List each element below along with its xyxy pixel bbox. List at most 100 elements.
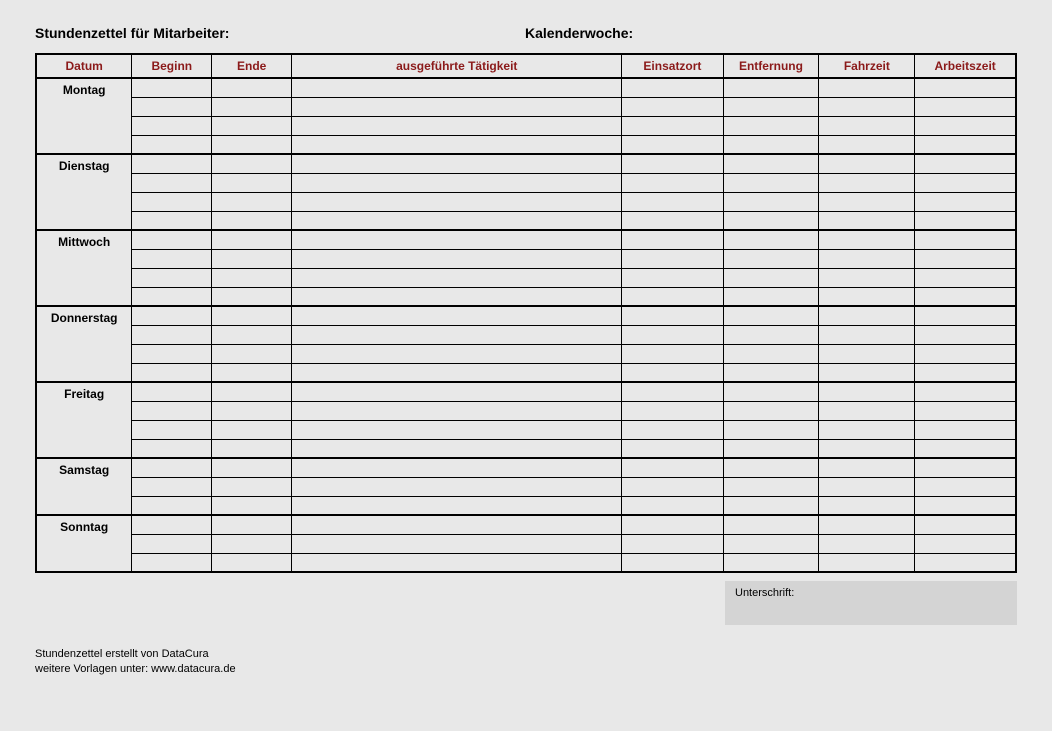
cell[interactable] [723, 173, 819, 192]
cell[interactable] [723, 97, 819, 116]
cell[interactable] [819, 249, 915, 268]
cell[interactable] [819, 325, 915, 344]
cell[interactable] [132, 306, 212, 325]
cell[interactable] [212, 363, 292, 382]
cell[interactable] [723, 458, 819, 477]
cell[interactable] [132, 268, 212, 287]
cell[interactable] [132, 344, 212, 363]
cell[interactable] [915, 154, 1016, 173]
cell[interactable] [292, 78, 622, 97]
cell[interactable] [819, 344, 915, 363]
cell[interactable] [292, 496, 622, 515]
cell[interactable] [915, 97, 1016, 116]
cell[interactable] [132, 458, 212, 477]
cell[interactable] [292, 515, 622, 534]
cell[interactable] [723, 344, 819, 363]
cell[interactable] [622, 287, 723, 306]
cell[interactable] [212, 496, 292, 515]
cell[interactable] [915, 192, 1016, 211]
cell[interactable] [132, 496, 212, 515]
cell[interactable] [212, 135, 292, 154]
cell[interactable] [819, 116, 915, 135]
cell[interactable] [819, 477, 915, 496]
cell[interactable] [212, 325, 292, 344]
cell[interactable] [292, 211, 622, 230]
cell[interactable] [292, 363, 622, 382]
cell[interactable] [622, 420, 723, 439]
cell[interactable] [292, 325, 622, 344]
cell[interactable] [915, 78, 1016, 97]
cell[interactable] [132, 135, 212, 154]
cell[interactable] [212, 515, 292, 534]
cell[interactable] [622, 458, 723, 477]
cell[interactable] [723, 420, 819, 439]
cell[interactable] [723, 401, 819, 420]
cell[interactable] [819, 515, 915, 534]
cell[interactable] [723, 325, 819, 344]
cell[interactable] [292, 401, 622, 420]
cell[interactable] [915, 553, 1016, 572]
cell[interactable] [819, 363, 915, 382]
cell[interactable] [212, 97, 292, 116]
cell[interactable] [819, 458, 915, 477]
cell[interactable] [132, 477, 212, 496]
cell[interactable] [622, 230, 723, 249]
cell[interactable] [819, 401, 915, 420]
cell[interactable] [723, 534, 819, 553]
cell[interactable] [212, 420, 292, 439]
cell[interactable] [292, 439, 622, 458]
cell[interactable] [819, 268, 915, 287]
cell[interactable] [132, 287, 212, 306]
cell[interactable] [915, 477, 1016, 496]
cell[interactable] [292, 154, 622, 173]
cell[interactable] [292, 553, 622, 572]
cell[interactable] [723, 249, 819, 268]
cell[interactable] [132, 325, 212, 344]
cell[interactable] [132, 78, 212, 97]
cell[interactable] [723, 230, 819, 249]
cell[interactable] [819, 211, 915, 230]
cell[interactable] [292, 382, 622, 401]
cell[interactable] [212, 173, 292, 192]
cell[interactable] [292, 173, 622, 192]
cell[interactable] [212, 439, 292, 458]
cell[interactable] [915, 116, 1016, 135]
cell[interactable] [622, 401, 723, 420]
cell[interactable] [622, 363, 723, 382]
cell[interactable] [723, 268, 819, 287]
cell[interactable] [819, 287, 915, 306]
cell[interactable] [915, 173, 1016, 192]
cell[interactable] [915, 230, 1016, 249]
cell[interactable] [212, 230, 292, 249]
cell[interactable] [723, 439, 819, 458]
cell[interactable] [622, 439, 723, 458]
cell[interactable] [723, 211, 819, 230]
cell[interactable] [819, 97, 915, 116]
cell[interactable] [132, 154, 212, 173]
cell[interactable] [132, 553, 212, 572]
cell[interactable] [819, 306, 915, 325]
cell[interactable] [622, 154, 723, 173]
cell[interactable] [622, 382, 723, 401]
cell[interactable] [819, 192, 915, 211]
cell[interactable] [292, 268, 622, 287]
cell[interactable] [819, 439, 915, 458]
cell[interactable] [915, 287, 1016, 306]
cell[interactable] [212, 344, 292, 363]
cell[interactable] [819, 420, 915, 439]
cell[interactable] [132, 230, 212, 249]
cell[interactable] [622, 477, 723, 496]
cell[interactable] [292, 116, 622, 135]
cell[interactable] [819, 553, 915, 572]
cell[interactable] [132, 173, 212, 192]
cell[interactable] [819, 230, 915, 249]
cell[interactable] [622, 78, 723, 97]
cell[interactable] [819, 496, 915, 515]
cell[interactable] [622, 116, 723, 135]
cell[interactable] [622, 534, 723, 553]
cell[interactable] [132, 401, 212, 420]
cell[interactable] [132, 420, 212, 439]
cell[interactable] [915, 135, 1016, 154]
cell[interactable] [915, 268, 1016, 287]
cell[interactable] [915, 249, 1016, 268]
